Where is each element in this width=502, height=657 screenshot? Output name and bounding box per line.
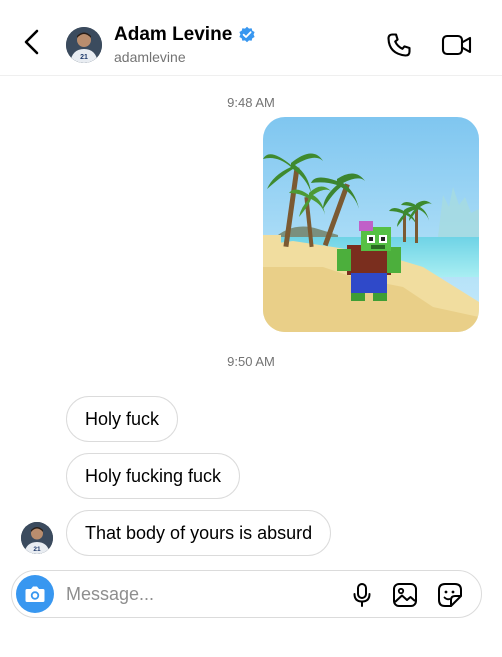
voice-message-button[interactable] bbox=[350, 582, 374, 608]
received-message-bubble[interactable]: That body of yours is absurd bbox=[66, 510, 332, 556]
gallery-button[interactable] bbox=[392, 582, 418, 608]
back-button[interactable] bbox=[18, 28, 46, 56]
chat-header: 21 Adam Levine adamlevine bbox=[0, 0, 502, 76]
username: adamlevine bbox=[114, 49, 186, 65]
profile-photo: 21 bbox=[66, 27, 102, 63]
conversation-title[interactable]: Adam Levine adamlevine bbox=[114, 24, 256, 65]
video-call-button[interactable] bbox=[441, 31, 473, 59]
camera-icon bbox=[25, 586, 45, 602]
avatar[interactable]: 21 bbox=[66, 27, 102, 63]
sent-image-message[interactable] bbox=[263, 117, 479, 332]
voxel-zombie-beach-image bbox=[263, 117, 479, 332]
profile-photo: 21 bbox=[21, 522, 53, 554]
received-message-bubble[interactable]: Holy fucking fuck bbox=[66, 453, 241, 499]
video-camera-icon bbox=[441, 34, 472, 56]
message-input[interactable] bbox=[66, 581, 336, 607]
sticker-button[interactable] bbox=[437, 582, 463, 608]
message-timestamp: 9:50 AM bbox=[227, 354, 275, 369]
phone-icon bbox=[387, 33, 411, 57]
microphone-icon bbox=[353, 583, 371, 607]
chevron-left-icon bbox=[24, 29, 39, 55]
sticker-icon bbox=[438, 583, 462, 607]
sender-avatar[interactable]: 21 bbox=[21, 522, 53, 554]
svg-text:21: 21 bbox=[33, 546, 41, 553]
message-timestamp: 9:48 AM bbox=[227, 95, 275, 110]
received-message-bubble[interactable]: Holy fuck bbox=[66, 396, 179, 442]
svg-text:21: 21 bbox=[80, 54, 88, 61]
verified-badge-icon bbox=[238, 26, 256, 44]
gallery-icon bbox=[393, 583, 417, 607]
audio-call-button[interactable] bbox=[385, 31, 413, 59]
message-composer bbox=[11, 570, 482, 618]
camera-button[interactable] bbox=[16, 575, 54, 613]
display-name: Adam Levine bbox=[114, 24, 233, 45]
